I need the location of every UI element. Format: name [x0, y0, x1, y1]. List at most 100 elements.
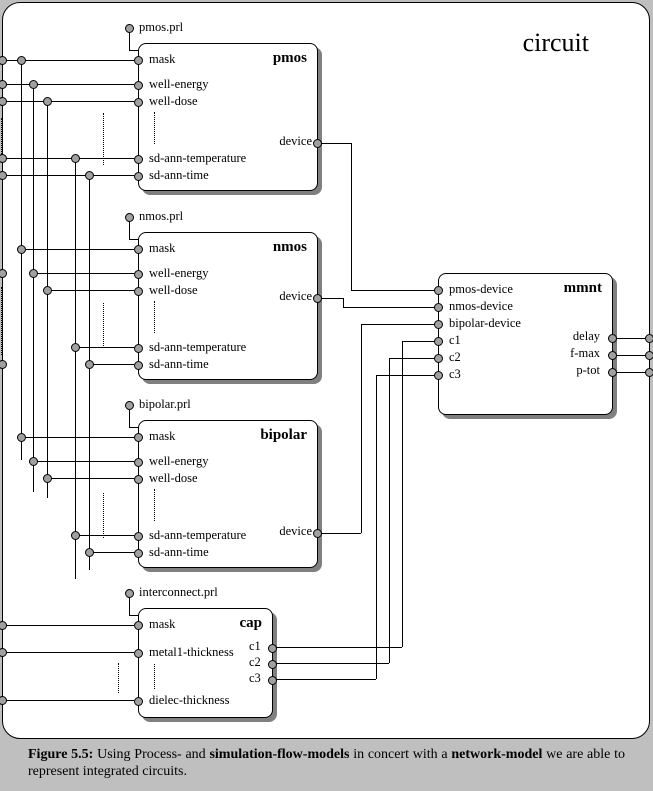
wire — [361, 324, 362, 533]
wire — [89, 175, 90, 570]
port-icon — [134, 697, 143, 706]
port-label: device — [274, 289, 312, 304]
wire — [21, 60, 22, 460]
cap-prl-label: interconnect.prl — [139, 585, 218, 600]
wire — [3, 158, 134, 159]
junction-icon — [43, 286, 52, 295]
wire — [321, 298, 343, 299]
module-title: nmos — [273, 239, 307, 256]
port-label: nmos-device — [449, 299, 513, 314]
pmos-prl-port — [125, 24, 134, 33]
port-label: well-dose — [149, 471, 198, 486]
nmos-prl-label: nmos.prl — [139, 209, 183, 224]
module-mmnt: mmnt pmos-device nmos-device bipolar-dev… — [438, 273, 613, 415]
port-icon — [134, 549, 143, 558]
port-label: c1 — [249, 639, 261, 654]
cap-prl-port — [125, 589, 134, 598]
caption-keyword: network-model — [451, 747, 542, 762]
port-icon — [134, 270, 143, 279]
port-icon — [434, 303, 443, 312]
port-icon — [134, 621, 143, 630]
edge-port-icon — [0, 56, 7, 65]
pmos-prl-label: pmos.prl — [139, 20, 183, 35]
port-label: metal1-thickness — [149, 645, 234, 660]
wire — [89, 364, 134, 365]
port-label: sd-ann-temperature — [149, 528, 246, 543]
module-title: cap — [240, 615, 263, 632]
wire — [351, 143, 352, 290]
nmos-prl-port — [125, 213, 134, 222]
junction-icon — [29, 269, 38, 278]
wire — [3, 652, 134, 653]
junction-icon — [29, 457, 38, 466]
port-label: sd-ann-time — [149, 168, 209, 183]
port-icon — [268, 660, 277, 669]
port-label: c3 — [449, 367, 461, 382]
caption-text: in concert with a — [349, 747, 451, 762]
port-icon — [134, 155, 143, 164]
figure-number: Figure 5.5: — [28, 747, 93, 762]
port-label: sd-ann-time — [149, 357, 209, 372]
wire — [33, 461, 134, 462]
wire — [343, 298, 344, 307]
port-label: device — [274, 134, 312, 149]
port-label: c2 — [249, 655, 261, 670]
port-label: p-tot — [576, 363, 600, 378]
module-title: pmos — [273, 50, 307, 67]
port-icon — [434, 371, 443, 380]
figure-caption: Figure 5.5: Using Process- and simulatio… — [0, 743, 653, 787]
port-icon — [434, 354, 443, 363]
port-label: delay — [573, 329, 600, 344]
ellipsis-icon — [154, 664, 156, 689]
junction-icon — [71, 531, 80, 540]
bipolar-prl-port — [125, 401, 134, 410]
wire — [89, 552, 134, 553]
wire — [361, 324, 434, 325]
wire — [3, 700, 134, 701]
wire — [47, 290, 134, 291]
module-cap: cap mask metal1-thickness dielec-thickne… — [138, 608, 273, 718]
caption-keyword: simulation-flow-models — [209, 747, 349, 762]
ellipsis-icon — [1, 118, 2, 154]
wire — [321, 143, 351, 144]
wire — [402, 341, 434, 342]
port-icon — [134, 458, 143, 467]
port-label: device — [274, 524, 312, 539]
junction-icon — [17, 245, 26, 254]
port-icon — [134, 98, 143, 107]
port-icon — [134, 56, 143, 65]
wire — [376, 375, 377, 679]
port-icon — [134, 245, 143, 254]
port-icon — [434, 286, 443, 295]
wire — [47, 101, 48, 498]
port-label: dielec-thickness — [149, 693, 230, 708]
junction-icon — [71, 154, 80, 163]
wire — [3, 175, 134, 176]
wire — [276, 663, 389, 664]
wire — [129, 410, 130, 427]
port-label: f-max — [570, 346, 600, 361]
port-icon — [134, 532, 143, 541]
wire — [389, 358, 390, 663]
wire — [276, 647, 402, 648]
ellipsis-icon — [103, 303, 105, 348]
junction-icon — [43, 474, 52, 483]
port-icon — [134, 287, 143, 296]
port-icon — [268, 676, 277, 685]
junction-icon — [43, 97, 52, 106]
wire — [3, 84, 134, 85]
port-icon — [134, 81, 143, 90]
port-icon — [134, 344, 143, 353]
module-nmos: nmos mask well-energy well-dose sd-ann-t… — [138, 232, 318, 380]
wire — [351, 290, 434, 291]
port-label: pmos-device — [449, 282, 513, 297]
edge-port-icon — [0, 171, 7, 180]
port-label: sd-ann-temperature — [149, 340, 246, 355]
port-label: well-dose — [149, 94, 198, 109]
edge-port-icon — [0, 80, 7, 89]
junction-icon — [85, 360, 94, 369]
wire — [21, 249, 134, 250]
junction-icon — [29, 80, 38, 89]
junction-icon — [17, 56, 26, 65]
port-label: sd-ann-temperature — [149, 151, 246, 166]
